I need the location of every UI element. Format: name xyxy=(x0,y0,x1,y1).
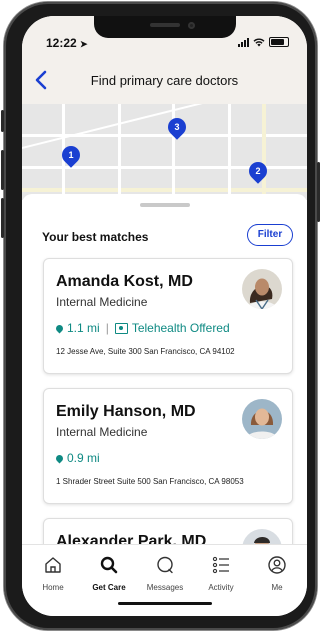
doctor-specialty: Internal Medicine xyxy=(56,425,148,439)
list-icon xyxy=(212,556,229,574)
wifi-icon xyxy=(253,37,265,46)
chat-icon xyxy=(157,556,173,574)
tab-label: Home xyxy=(42,583,64,592)
tab-home[interactable]: Home xyxy=(28,555,78,592)
home-indicator[interactable] xyxy=(118,602,212,605)
tab-label: Messages xyxy=(146,583,184,592)
results-sheet: Your best matches Filter Amanda Kost, MD… xyxy=(22,194,307,600)
map-pin-3[interactable]: 3 xyxy=(164,114,190,140)
doctor-name: Amanda Kost, MD xyxy=(56,273,193,290)
drag-handle[interactable] xyxy=(140,203,190,207)
doctor-info-row: 0.9 mi xyxy=(54,451,100,465)
map-pin-1[interactable]: 1 xyxy=(58,142,84,168)
profile-icon xyxy=(268,556,286,574)
location-pin-icon xyxy=(54,453,65,463)
doctor-distance: 1.1 mi xyxy=(67,321,100,335)
tab-bar: Home Get Care Messages Activity Me xyxy=(22,544,307,616)
volume-up-button xyxy=(1,150,4,190)
telehealth-label: Telehealth Offered xyxy=(131,321,230,335)
search-icon xyxy=(100,556,118,574)
tab-label: Me xyxy=(271,583,283,592)
doctor-info-row: 1.1 mi | Telehealth Offered xyxy=(54,321,230,335)
video-icon xyxy=(114,322,128,334)
filter-button[interactable]: Filter xyxy=(247,224,293,246)
doctor-address: 1 Shrader Street Suite 500 San Francisco… xyxy=(56,477,244,486)
tab-me[interactable]: Me xyxy=(252,555,302,592)
page-title: Find primary care doctors xyxy=(90,73,239,88)
tab-messages[interactable]: Messages xyxy=(140,555,190,592)
doctor-address: 12 Jesse Ave, Suite 300 San Francisco, C… xyxy=(56,347,235,356)
tab-activity[interactable]: Activity xyxy=(196,555,246,592)
battery-icon xyxy=(269,37,289,47)
doctor-distance: 0.9 mi xyxy=(67,451,100,465)
power-button xyxy=(317,162,320,222)
tab-label: Get Care xyxy=(92,583,126,592)
volume-down-button xyxy=(1,198,4,238)
screen: 12:22 ➤ Find primary care doctors 1 2 3 … xyxy=(22,16,307,616)
map-pin-2[interactable]: 2 xyxy=(245,158,271,184)
home-icon xyxy=(45,557,61,573)
map-view[interactable]: 1 2 3 xyxy=(22,104,307,200)
location-pin-icon xyxy=(54,323,65,333)
avatar xyxy=(242,399,282,439)
mute-switch xyxy=(1,110,4,132)
section-title: Your best matches xyxy=(42,230,149,244)
avatar xyxy=(242,269,282,309)
tab-label: Activity xyxy=(208,583,234,592)
doctor-name: Emily Hanson, MD xyxy=(56,403,196,420)
tab-get-care[interactable]: Get Care xyxy=(84,555,134,592)
doctor-specialty: Internal Medicine xyxy=(56,295,148,309)
nav-header: Find primary care doctors xyxy=(22,60,307,104)
doctor-card[interactable]: Emily Hanson, MD Internal Medicine 0.9 m… xyxy=(43,388,293,504)
status-time: 12:22 ➤ xyxy=(46,36,88,50)
notch xyxy=(94,16,236,38)
doctor-card[interactable]: Amanda Kost, MD Internal Medicine 1.1 mi… xyxy=(43,258,293,374)
signal-icon xyxy=(238,37,249,47)
phone-frame: 12:22 ➤ Find primary care doctors 1 2 3 … xyxy=(1,2,320,630)
